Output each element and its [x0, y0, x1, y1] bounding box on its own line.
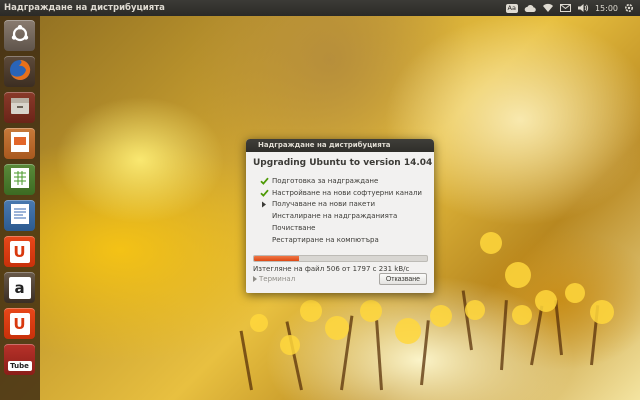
terminal-label: Терминал — [259, 275, 296, 283]
upgrade-step-label: Настройване на нови софтуерни канали — [272, 188, 422, 197]
pending-step-spacer — [258, 211, 270, 221]
file-cabinet-icon — [9, 95, 31, 120]
launcher: U a U Tube — [0, 16, 40, 400]
firefox-launcher-button[interactable] — [4, 56, 35, 87]
upgrade-step: Инсталиране на надгражданията — [258, 210, 434, 222]
spreadsheet-icon — [10, 167, 30, 192]
impress-launcher-button[interactable] — [4, 128, 35, 159]
ubuntu-one-music-icon: U — [9, 312, 30, 335]
amazon-icon: a — [8, 276, 31, 299]
cancel-button[interactable]: Отказване — [378, 273, 427, 285]
expander-arrow-icon — [253, 276, 257, 282]
amazon-launcher-button[interactable]: a — [4, 272, 35, 303]
terminal-expander[interactable]: Терминал — [253, 275, 295, 283]
upgrade-step: Рестартиране на компютъра — [258, 234, 434, 246]
power-gear-icon[interactable] — [624, 2, 634, 14]
upgrade-step-label: Инсталиране на надгражданията — [272, 212, 398, 221]
upgrade-step-label: Подготовка за надграждане — [272, 176, 379, 185]
tube-launcher-button[interactable]: Tube — [4, 344, 35, 375]
volume-icon[interactable] — [577, 2, 589, 14]
cloud-sync-icon[interactable] — [524, 2, 536, 14]
calc-launcher-button[interactable] — [4, 164, 35, 195]
pending-step-spacer — [258, 235, 270, 245]
ubuntu-logo-icon — [10, 24, 30, 47]
upgrade-step: Почистване — [258, 222, 434, 234]
checkmark-icon — [258, 176, 270, 186]
ubuntu-one-icon: U — [9, 240, 30, 263]
upgrade-step-label: Почистване — [272, 224, 316, 233]
firefox-icon — [8, 58, 32, 85]
upgrade-step-label: Получаване на нови пакети — [272, 200, 375, 209]
progress-fill — [254, 255, 299, 261]
tube-icon: Tube — [7, 360, 32, 371]
download-status-text: Изтегляне на файл 506 от 1797 с 231 kB/с — [253, 264, 410, 273]
presentation-icon — [10, 131, 30, 156]
indicator-area: Aa 15:00 — [505, 2, 640, 14]
upgrade-step: Получаване на нови пакети — [258, 199, 434, 211]
distribution-upgrade-dialog: Надграждане на дистрибуцията Upgrading U… — [246, 139, 434, 293]
active-window-title: Надграждане на дистрибуцията — [4, 3, 165, 13]
download-progress-bar — [253, 254, 428, 262]
upgrade-heading: Upgrading Ubuntu to version 14.04 — [253, 158, 433, 168]
upgrade-steps-list: Подготовка за надграждане Настройване на … — [258, 175, 434, 246]
dialog-bottom-row: Терминал Отказване — [253, 273, 427, 285]
upgrade-step-label: Рестартиране на компютъра — [272, 235, 379, 244]
upgrade-step: Подготовка за надграждане — [258, 175, 434, 187]
ubuntu-one-launcher-button[interactable]: U — [4, 236, 35, 267]
checkmark-icon — [258, 188, 270, 198]
mail-icon[interactable] — [559, 2, 571, 14]
upgrade-step: Настройване на нови софтуерни канали — [258, 187, 434, 199]
top-panel: Надграждане на дистрибуцията Aa 15:00 — [0, 0, 640, 16]
document-icon — [10, 203, 30, 228]
ubuntu-one-music-launcher-button[interactable]: U — [4, 308, 35, 339]
files-launcher-button[interactable] — [4, 92, 35, 123]
pending-step-spacer — [258, 223, 270, 233]
writer-launcher-button[interactable] — [4, 200, 35, 231]
current-step-arrow-icon — [258, 199, 270, 209]
dialog-titlebar[interactable]: Надграждане на дистрибуцията — [246, 139, 434, 152]
keyboard-layout-icon[interactable]: Aa — [505, 3, 518, 13]
clock[interactable]: 15:00 — [595, 2, 618, 14]
ubuntu-dash-button[interactable] — [4, 20, 35, 51]
wifi-icon[interactable] — [542, 2, 554, 14]
